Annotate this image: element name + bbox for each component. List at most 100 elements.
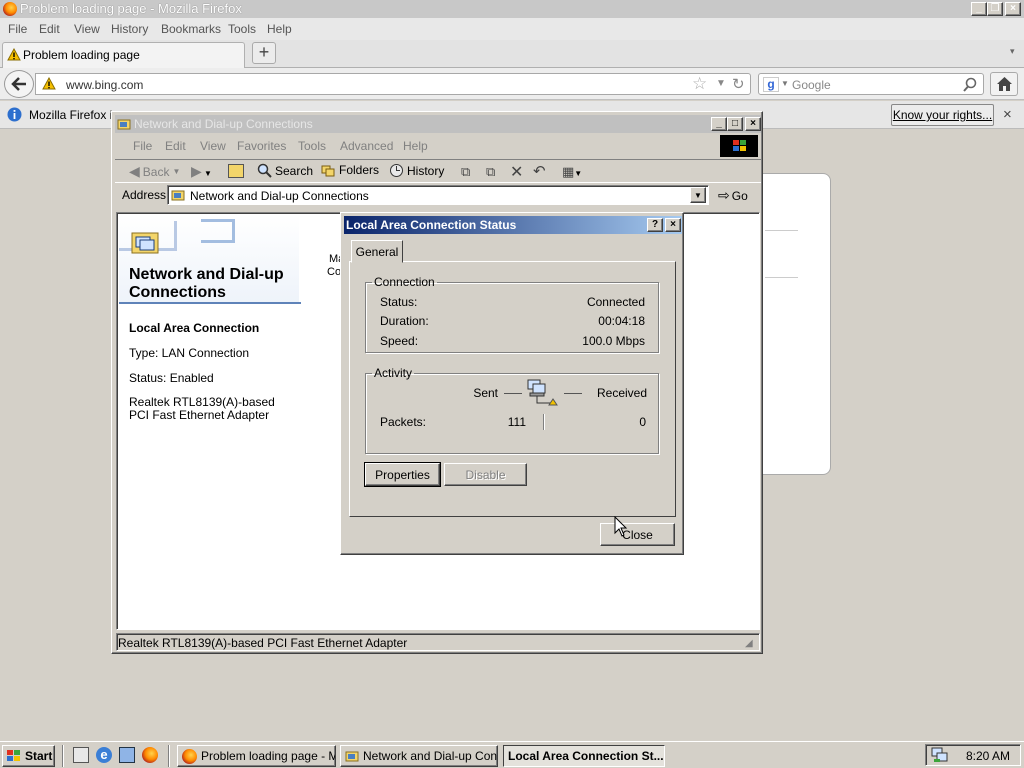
explorer-menu-tools[interactable]: Tools (298, 139, 326, 153)
activity-group: Activity (365, 366, 659, 454)
info-icon (7, 107, 22, 122)
address-field[interactable]: Network and Dial-up Connections ▼ (167, 185, 709, 205)
connection-item-label[interactable]: Co (327, 266, 341, 278)
home-button[interactable] (990, 72, 1018, 96)
tab-general[interactable]: General (351, 240, 403, 263)
taskbar-network-task[interactable]: Network and Dial-up Con... (340, 745, 498, 767)
network-tray-icon[interactable] (931, 747, 949, 764)
packets-received-value: 0 (639, 415, 646, 429)
warning-icon (42, 77, 56, 90)
menu-view[interactable]: View (74, 22, 100, 36)
web-view-header: Network and Dial-up Connections (119, 215, 299, 303)
tab-problem-loading[interactable]: Problem loading page (2, 42, 245, 68)
taskbar-status-task[interactable]: Local Area Connection St... (503, 745, 665, 767)
explorer-title: Network and Dial-up Connections (134, 117, 313, 131)
explorer-menu-view[interactable]: View (200, 139, 226, 153)
resize-grip-icon[interactable]: ◢ (745, 638, 753, 649)
explorer-back-button[interactable]: ◀ Back ▼ (129, 163, 180, 180)
outlook-express-icon[interactable] (119, 747, 135, 763)
menu-history[interactable]: History (111, 22, 148, 36)
history-toolbar-button[interactable]: History (389, 163, 444, 178)
firefox-quicklaunch-icon[interactable] (142, 747, 158, 763)
delete-icon[interactable]: ✕ (510, 162, 523, 182)
explorer-close-button[interactable]: × (745, 117, 761, 131)
firefox-logo-icon (3, 2, 17, 16)
menu-file[interactable]: File (8, 22, 27, 36)
dialog-title: Local Area Connection Status (346, 218, 517, 232)
explorer-menu-advanced[interactable]: Advanced (340, 139, 393, 153)
folders-toolbar-button[interactable]: Folders (321, 163, 379, 177)
views-icon[interactable]: ▦▼ (562, 164, 582, 180)
google-engine-icon[interactable]: g (763, 77, 779, 92)
clock[interactable]: 8:20 AM (966, 749, 1010, 763)
notification-text: Mozilla Firefox is (29, 108, 119, 122)
go-button[interactable]: ⇨ Go (718, 187, 748, 204)
reload-icon[interactable]: ↻ (732, 75, 745, 93)
internet-explorer-icon[interactable]: e (96, 747, 112, 763)
copy-to-icon[interactable]: ⧉ (486, 164, 495, 180)
explorer-menu-favorites[interactable]: Favorites (237, 139, 286, 153)
new-tab-button[interactable]: + (252, 42, 276, 64)
url-dropdown-icon[interactable]: ▼ (716, 78, 726, 89)
url-text: www.bing.com (66, 78, 144, 92)
menu-bookmarks[interactable]: Bookmarks (161, 22, 221, 36)
start-button[interactable]: Start (2, 745, 55, 767)
tab-list-chevron-icon[interactable]: ▾ (1010, 46, 1015, 57)
dialog-help-button[interactable]: ? (647, 218, 663, 232)
search-toolbar-button[interactable]: Search (257, 163, 313, 178)
network-folder-icon (345, 751, 359, 762)
close-button[interactable]: Close (600, 523, 675, 546)
up-folder-icon[interactable] (228, 164, 244, 178)
close-window-button[interactable]: × (1005, 2, 1021, 16)
explorer-title-bar[interactable]: Network and Dial-up Connections _ □ × (115, 115, 761, 133)
search-box[interactable]: g ▼ Google (758, 73, 984, 95)
search-placeholder: Google (792, 78, 831, 92)
history-icon (390, 164, 403, 177)
back-arrow-icon (11, 77, 26, 91)
bookmark-star-icon[interactable]: ☆ (692, 74, 707, 94)
explorer-minimize-button[interactable]: _ (711, 117, 727, 131)
minimize-button[interactable]: _ (971, 2, 987, 16)
speed-value: 100.0 Mbps (582, 334, 645, 348)
duration-label: Duration: (380, 314, 429, 328)
undo-icon[interactable]: ↶ (533, 162, 546, 180)
explorer-menu-file[interactable]: File (133, 139, 152, 153)
firefox-title-bar: Problem loading page - Mozilla Firefox _… (0, 0, 1024, 18)
explorer-menu-edit[interactable]: Edit (165, 139, 186, 153)
menu-tools[interactable]: Tools (228, 22, 256, 36)
status-bar-text: Realtek RTL8139(A)-based PCI Fast Ethern… (118, 636, 408, 650)
error-divider (765, 277, 798, 278)
know-your-rights-button[interactable]: Know your rights... (891, 104, 994, 126)
show-desktop-icon[interactable] (73, 747, 89, 763)
search-icon[interactable] (963, 77, 978, 92)
forward-arrow-icon[interactable]: ▶ ▼ (191, 163, 212, 180)
explorer-menu-help[interactable]: Help (403, 139, 428, 153)
dialog-title-bar[interactable]: Local Area Connection Status ? × (344, 216, 682, 234)
address-value: Network and Dial-up Connections (190, 189, 369, 203)
engine-dropdown-icon[interactable]: ▼ (781, 79, 789, 88)
menu-help[interactable]: Help (267, 22, 292, 36)
notification-close-icon[interactable]: × (1003, 106, 1012, 123)
connection-status: Status: Enabled (129, 371, 214, 385)
go-arrow-icon: ⇨ (718, 187, 730, 203)
url-bar[interactable]: www.bing.com ☆ ▼ ↻ (35, 73, 751, 95)
disable-button[interactable]: Disable (444, 463, 527, 486)
taskbar-firefox-task[interactable]: Problem loading page - M... (177, 745, 336, 767)
restore-button[interactable]: ❐ (987, 2, 1003, 16)
back-arrow-icon: ◀ (129, 163, 140, 179)
back-button[interactable] (4, 70, 34, 98)
connection-type: Type: LAN Connection (129, 346, 250, 360)
menu-edit[interactable]: Edit (39, 22, 60, 36)
dialog-close-x-button[interactable]: × (665, 218, 681, 232)
network-folder-icon (117, 119, 131, 130)
duration-value: 00:04:18 (598, 314, 645, 328)
move-to-icon[interactable]: ⧉ (461, 164, 470, 180)
taskbar: Start e Problem loading page - M... Netw… (0, 741, 1024, 768)
selected-connection-name: Local Area Connection (129, 321, 260, 335)
tab-page: Connection Status: Connected Duration: 0… (349, 261, 676, 517)
network-connections-icon (131, 232, 159, 254)
address-dropdown-icon[interactable]: ▼ (690, 187, 706, 203)
packets-label: Packets: (380, 415, 427, 429)
explorer-maximize-button[interactable]: □ (727, 117, 743, 131)
properties-button[interactable]: Properties (364, 462, 441, 487)
